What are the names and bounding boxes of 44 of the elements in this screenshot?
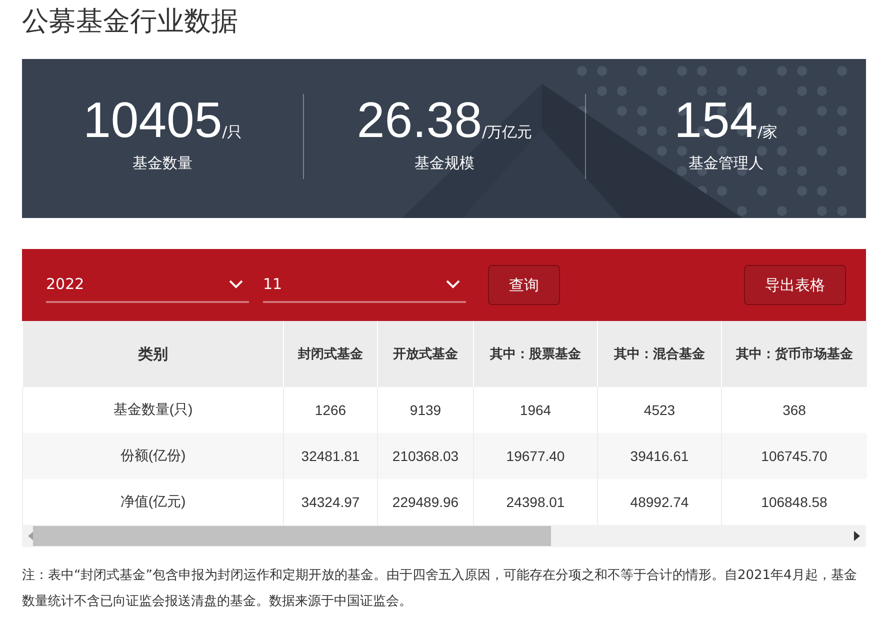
table-cell: 4523 (598, 387, 722, 433)
column-header: 封闭式基金 (284, 321, 378, 387)
scrollbar-thumb[interactable] (33, 526, 551, 546)
chevron-down-icon (229, 280, 243, 288)
page-title: 公募基金行业数据 (22, 5, 239, 39)
table-cell: 19677.40 (474, 433, 598, 479)
stat-label: 基金管理人 (688, 154, 764, 173)
query-button[interactable]: 查询 (488, 265, 560, 305)
table-cell: 1266 (284, 387, 378, 433)
footnote: 注：表中“封闭式基金”包含申报为封闭运作和定期开放的基金。由于四舍五入原因，可能存在分项之和不等于合计的情形。自2021年4月起，基金数量统计不含已向证监会报送清盘的基金。数据来源于中国证监会。 (22, 567, 858, 611)
stat-value: 154 (674, 94, 758, 146)
table-cell: 106848.58 (722, 479, 866, 525)
table-cell: 份额(亿份) (22, 433, 284, 479)
chevron-down-icon (446, 280, 460, 288)
table-cell: 39416.61 (598, 433, 722, 479)
stat-unit: /只 (222, 123, 242, 142)
scroll-right-icon[interactable] (854, 531, 860, 541)
column-header: 开放式基金 (378, 321, 474, 387)
table-cell: 210368.03 (378, 433, 474, 479)
table-cell: 32481.81 (284, 433, 378, 479)
table-cell: 106745.70 (722, 433, 866, 479)
stat-value: 10405 (83, 94, 222, 146)
column-header: 类别 (22, 321, 284, 387)
export-button[interactable]: 导出表格 (744, 265, 846, 305)
table-cell: 34324.97 (284, 479, 378, 525)
stat-value: 26.38 (356, 94, 482, 146)
month-dropdown[interactable]: 11 (263, 267, 466, 303)
stat-label: 基金数量 (132, 154, 193, 173)
stat-label: 基金规模 (414, 154, 474, 173)
table-cell: 1964 (474, 387, 598, 433)
table-cell: 基金数量(只) (22, 387, 284, 433)
column-header: 其中：货币市场基金 (722, 321, 866, 387)
stat-unit: /万亿元 (482, 123, 532, 142)
table-cell: 净值(亿元) (22, 479, 284, 525)
table-cell: 9139 (378, 387, 474, 433)
table-cell: 48992.74 (598, 479, 722, 525)
table-cell: 368 (722, 387, 866, 433)
horizontal-scrollbar[interactable] (22, 525, 866, 547)
column-header: 其中：混合基金 (598, 321, 722, 387)
table-cell: 229489.96 (378, 479, 474, 525)
stat-unit: /家 (758, 123, 778, 142)
year-dropdown[interactable]: 2022 (46, 267, 249, 303)
column-header: 其中：股票基金 (474, 321, 598, 387)
table-cell: 24398.01 (474, 479, 598, 525)
